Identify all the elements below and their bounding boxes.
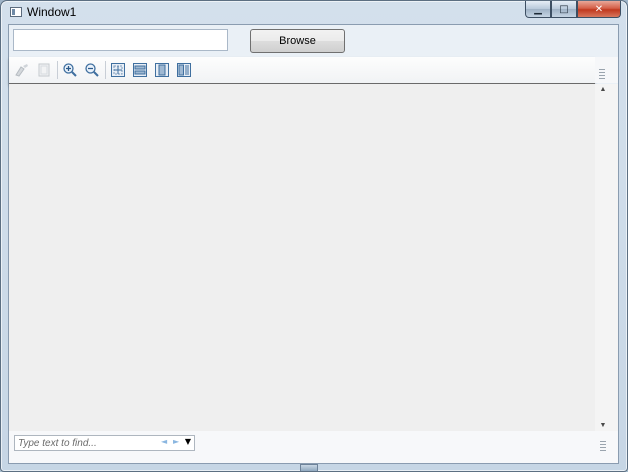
main-window: Window1 ▁ □ ✕ Browse ▲ ▼ Type text to fi… [0,0,628,472]
client-area: Browse ▲ ▼ Type text to find... ◄ ► ▼ [8,24,619,464]
scroll-down-icon[interactable]: ▼ [598,422,608,429]
actual-size-icon[interactable] [110,62,126,78]
find-options-dropdown-icon[interactable]: ▼ [185,437,191,446]
maximize-button[interactable]: □ [551,1,577,18]
two-pages-icon[interactable] [176,62,192,78]
zoom-in-icon[interactable] [62,62,78,78]
document-viewer-content[interactable] [9,84,595,431]
resize-grip-icon[interactable] [600,441,606,453]
page-width-icon[interactable] [132,62,148,78]
scroll-up-icon[interactable]: ▲ [598,86,608,93]
title-bar[interactable]: Window1 ▁ □ ✕ [1,1,627,23]
toolbar-overflow [595,57,618,83]
zoom-out-icon[interactable] [84,62,100,78]
window-icon[interactable] [10,7,22,17]
document-viewer-toolbar [9,57,595,84]
minimize-icon: ▁ [534,3,542,15]
window-title: Window1 [27,5,77,19]
page-icon[interactable] [36,62,52,78]
browse-button[interactable]: Browse [250,29,345,53]
close-icon: ✕ [594,3,604,15]
file-path-input[interactable] [13,29,228,51]
copy-icon[interactable] [14,62,30,78]
caption-buttons: ▁ □ ✕ [525,1,621,19]
minimize-button[interactable]: ▁ [525,1,551,18]
find-toolbar: ◄ ► ▼ [9,431,618,463]
find-next-icon[interactable]: ► [173,437,179,446]
find-field[interactable]: ◄ ► ▼ [14,435,195,451]
taskbar-thumbnail [300,464,318,471]
vertical-scrollbar[interactable]: ▲ ▼ [595,84,618,431]
resize-grip-icon[interactable] [599,69,605,81]
whole-page-icon[interactable] [154,62,170,78]
toolbar-separator [57,61,58,79]
find-previous-icon[interactable]: ◄ [161,437,167,446]
maximize-icon: □ [559,3,569,15]
close-button[interactable]: ✕ [577,1,621,18]
toolbar-separator [105,61,106,79]
find-input[interactable] [15,436,161,450]
